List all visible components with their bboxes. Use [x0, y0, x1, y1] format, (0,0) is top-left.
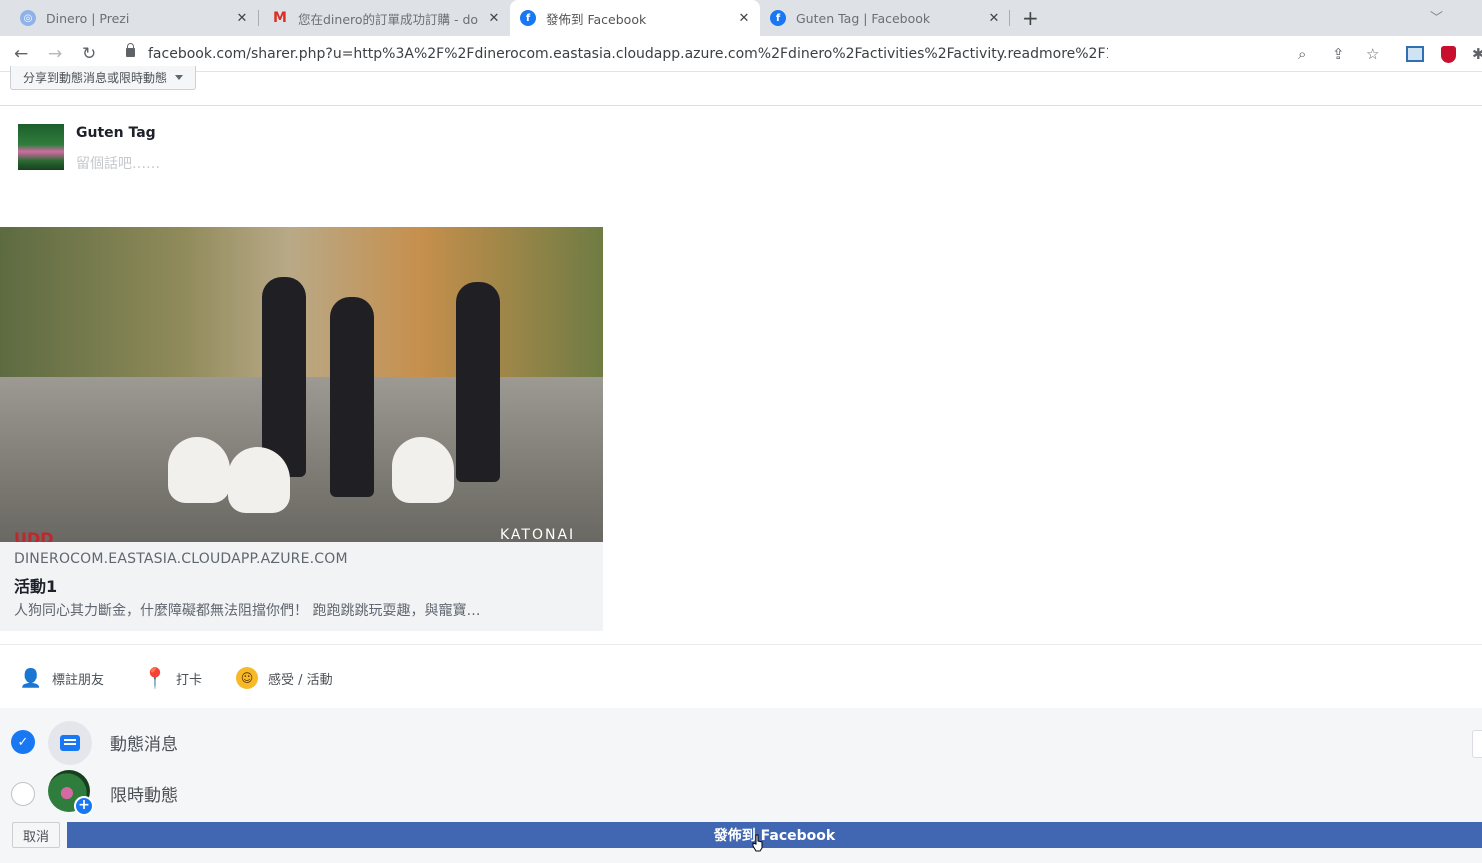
post-to-facebook-button[interactable]: 發佈到 Facebook	[67, 822, 1482, 848]
preview-domain: DINEROCOM.EASTASIA.CLOUDAPP.AZURE.COM	[14, 551, 348, 567]
share-target-label: 分享到動態消息或限時動態	[23, 71, 168, 85]
tab-separator	[1009, 10, 1010, 26]
facebook-icon: f	[520, 10, 536, 26]
share-dialog: 分享到動態消息或限時動態 Guten Tag 留個話吧…… UDD KATONA…	[0, 66, 1482, 863]
photo-watermark: KATONAI	[500, 527, 576, 542]
user-name: Guten Tag	[76, 125, 156, 141]
preview-title: 活動1	[14, 577, 58, 596]
story-checkbox[interactable]	[11, 782, 35, 806]
tab-title: 發佈到 Facebook	[546, 11, 647, 27]
action-label: 感受 / 活動	[268, 672, 333, 688]
smiley-icon: ☺	[236, 667, 258, 689]
back-arrow-icon[interactable]: ←	[14, 44, 28, 64]
tab-title: 您在dinero的訂單成功訂購 - do	[298, 11, 479, 27]
tab-guten-tag-facebook[interactable]: f Guten Tag | Facebook ✕	[760, 0, 1010, 36]
avatar	[18, 124, 64, 170]
close-icon[interactable]: ✕	[486, 11, 502, 26]
close-icon[interactable]: ✕	[736, 11, 752, 26]
action-label: 標註朋友	[52, 672, 105, 688]
close-icon[interactable]: ✕	[234, 11, 250, 26]
news-feed-icon	[48, 721, 92, 765]
bookmark-star-icon[interactable]: ☆	[1366, 45, 1379, 63]
tab-separator	[258, 10, 259, 26]
share-header: 分享到動態消息或限時動態	[0, 66, 1482, 106]
mouse-pointer-icon	[752, 834, 763, 852]
close-icon[interactable]: ✕	[986, 11, 1002, 26]
browser-tab-strip: ◎ Dinero | Prezi ✕ M 您在dinero的訂單成功訂購 - d…	[0, 0, 1482, 36]
share-destinations: ✓ 動態消息 + 限時動態	[0, 708, 1482, 818]
extensions-puzzle-icon[interactable]: ✱	[1472, 45, 1482, 63]
composer-actions: 👤 標註朋友 📍 打卡 ☺ 感受 / 活動	[0, 644, 1482, 708]
link-preview-card[interactable]: UDD KATONAI DINEROCOM.EASTASIA.CLOUDAPP.…	[0, 227, 603, 631]
tab-prezi[interactable]: ◎ Dinero | Prezi ✕	[0, 0, 258, 36]
share-icon[interactable]: ⇪	[1332, 45, 1345, 63]
caret-down-icon	[175, 75, 184, 80]
share-target-dropdown[interactable]: 分享到動態消息或限時動態	[10, 66, 197, 90]
preview-image: UDD KATONAI	[0, 227, 603, 542]
photo-dog	[228, 447, 290, 513]
lock-icon	[126, 43, 135, 57]
tab-title: Guten Tag | Facebook	[796, 10, 931, 26]
forward-arrow-icon[interactable]: →	[48, 44, 62, 64]
browser-toolbar: ← → ↻ facebook.com/sharer.php?u=http%3A%…	[0, 36, 1482, 72]
photo-dog	[392, 437, 454, 503]
reload-icon[interactable]: ↻	[82, 44, 96, 64]
tab-share-facebook[interactable]: f 發佈到 Facebook ✕	[510, 0, 760, 36]
dialog-footer: 取消 發佈到 Facebook	[0, 818, 1482, 863]
photo-logo: UDD	[14, 529, 54, 542]
gmail-icon: M	[273, 10, 287, 26]
photo-runner	[262, 277, 306, 477]
plus-icon: +	[74, 796, 94, 816]
tab-title: Dinero | Prezi	[46, 10, 130, 26]
tag-friends-button[interactable]: 👤 標註朋友	[20, 663, 104, 693]
ublock-shield-icon[interactable]	[1441, 46, 1456, 63]
news-feed-checkbox[interactable]: ✓	[11, 730, 35, 754]
composer-input[interactable]: 留個話吧……	[76, 153, 160, 173]
feeling-activity-button[interactable]: ☺ 感受 / 活動	[236, 663, 333, 693]
tag-friend-icon: 👤	[19, 667, 43, 689]
photo-runner	[330, 297, 374, 497]
zoom-icon[interactable]: ⌕	[1298, 45, 1306, 63]
preview-description: 人狗同心其力斷金，什麼障礙都無法阻擋你們！ 跑跑跳跳玩耍趣，與寵寶…	[14, 603, 481, 619]
action-label: 打卡	[176, 672, 203, 688]
photo-dog	[168, 437, 230, 503]
facebook-icon: f	[770, 10, 786, 26]
side-handle	[1472, 730, 1482, 758]
location-pin-icon: 📍	[142, 666, 168, 690]
news-feed-label: 動態消息	[110, 735, 178, 755]
prezi-icon: ◎	[20, 10, 36, 26]
photo-runner	[456, 282, 500, 482]
cancel-button[interactable]: 取消	[12, 822, 60, 848]
new-tab-button[interactable]: +	[1022, 6, 1039, 30]
tab-gmail[interactable]: M 您在dinero的訂單成功訂購 - do ✕	[260, 0, 510, 36]
check-in-button[interactable]: 📍 打卡	[142, 663, 203, 693]
address-bar[interactable]: facebook.com/sharer.php?u=http%3A%2F%2Fd…	[148, 46, 1108, 62]
extension-screen-icon[interactable]	[1406, 46, 1424, 62]
story-label: 限時動態	[110, 786, 178, 806]
tab-search-chevron-icon[interactable]: ﹀	[1430, 7, 1443, 26]
